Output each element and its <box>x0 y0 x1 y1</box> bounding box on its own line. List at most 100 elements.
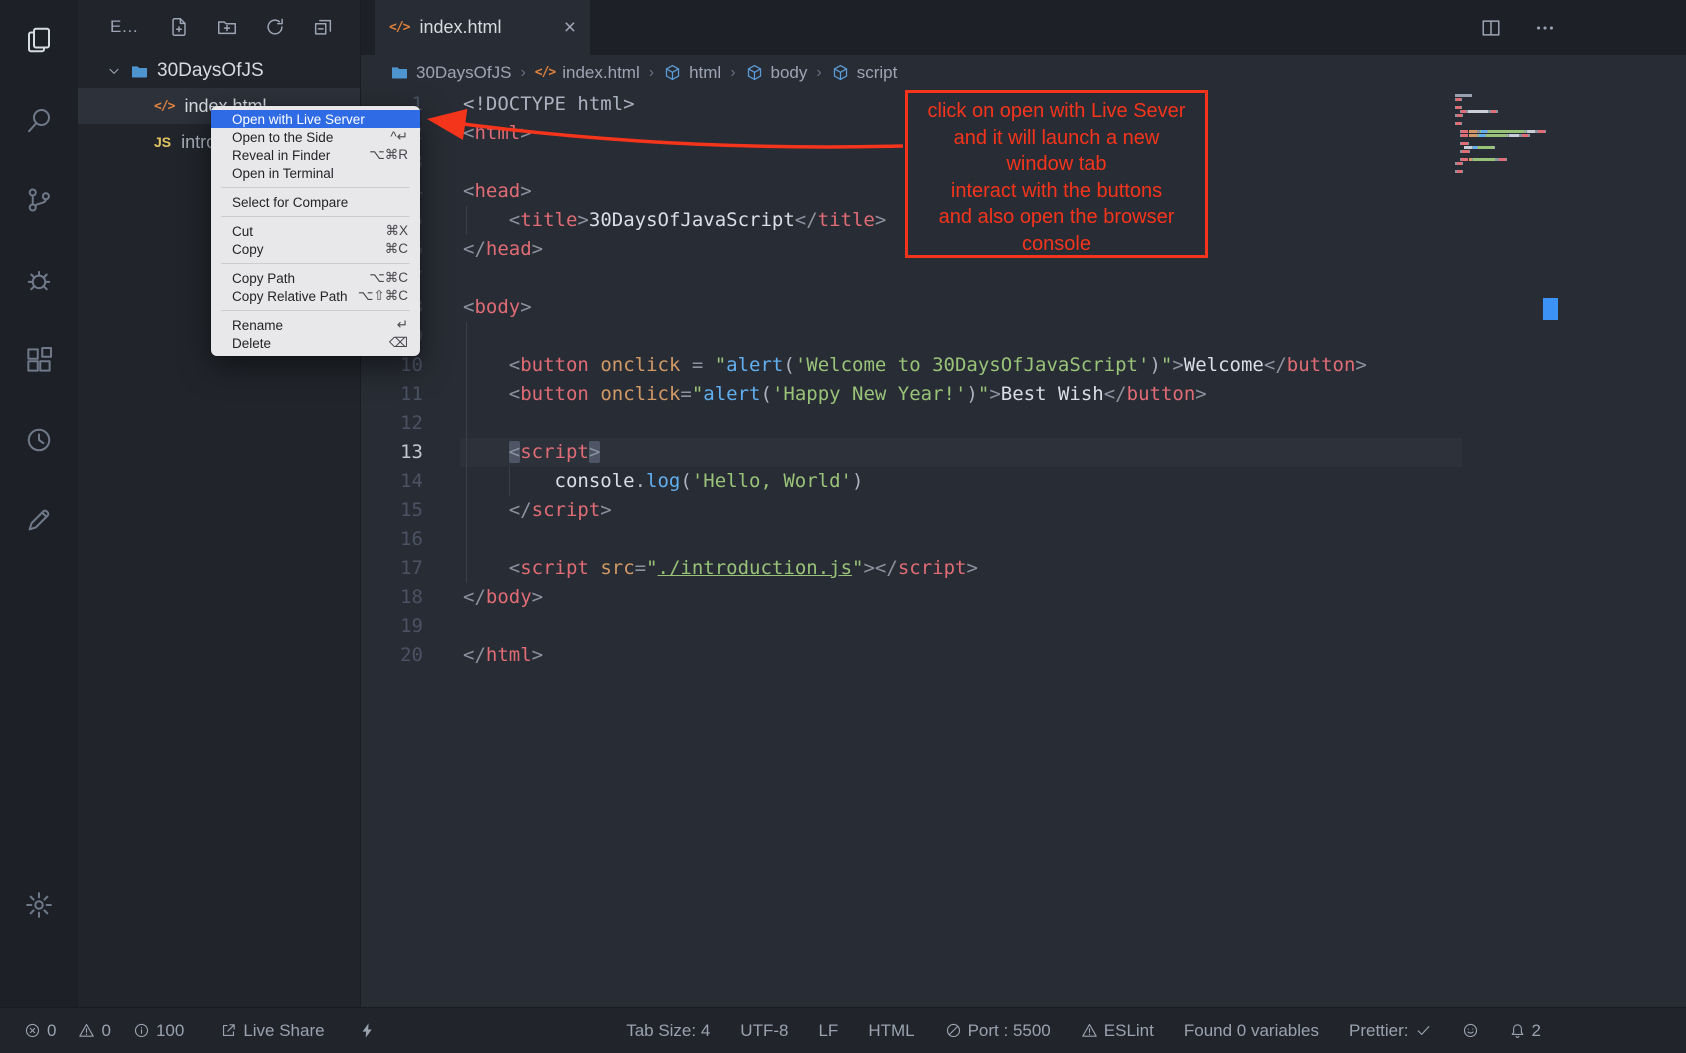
code-line-18[interactable]: </body> <box>463 583 1367 612</box>
status-language[interactable]: HTML <box>868 1021 914 1041</box>
share-icon <box>220 1022 237 1039</box>
line-number: 20 <box>360 641 423 670</box>
line-number: 13 <box>360 438 423 467</box>
new-folder-icon[interactable] <box>216 16 238 38</box>
menu-item-shortcut: ⌥⌘R <box>369 147 408 163</box>
refresh-icon[interactable] <box>264 16 286 38</box>
menu-item-copy-relative-path[interactable]: Copy Relative Path ⌥⇧⌘C <box>211 287 420 305</box>
annotate-pen-icon[interactable] <box>0 480 78 560</box>
menu-item-copy-path[interactable]: Copy Path ⌥⌘C <box>211 269 420 287</box>
menu-item-shortcut: ⌥⇧⌘C <box>358 288 408 304</box>
menu-item-open-with-live-server[interactable]: Open with Live Server <box>211 110 420 128</box>
status-warnings[interactable]: 0 <box>78 1021 110 1041</box>
breadcrumb-body[interactable]: body <box>745 63 808 83</box>
code-line-20[interactable]: </html> <box>463 641 1367 670</box>
status-port[interactable]: Port : 5500 <box>945 1021 1051 1041</box>
status-info[interactable]: 100 <box>133 1021 184 1041</box>
menu-item-label: Reveal in Finder <box>232 148 330 163</box>
breadcrumb-html[interactable]: html <box>663 63 721 83</box>
code-line-16[interactable] <box>463 525 1367 554</box>
line-number: 16 <box>360 525 423 554</box>
code-line-12[interactable] <box>463 409 1367 438</box>
more-actions-icon[interactable] <box>1534 17 1556 39</box>
status-variables[interactable]: Found 0 variables <box>1184 1021 1319 1041</box>
status-prettier[interactable]: Prettier: <box>1349 1021 1432 1041</box>
menu-item-reveal-in-finder[interactable]: Reveal in Finder ⌥⌘R <box>211 146 420 164</box>
code-line-17[interactable]: <script src="./introduction.js"></script… <box>463 554 1367 583</box>
breadcrumb: 30DaysOfJS › </> index.html › html › bod… <box>360 55 1686 90</box>
menu-separator <box>221 216 410 217</box>
source-control-icon[interactable] <box>0 160 78 240</box>
status-encoding[interactable]: UTF-8 <box>740 1021 788 1041</box>
status-bar: 0 0 100 Live Share Tab Size: 4 UTF-8 LF … <box>0 1007 1686 1053</box>
menu-item-label: Cut <box>232 224 253 239</box>
html-file-icon: </> <box>154 99 174 114</box>
split-editor-icon[interactable] <box>1480 17 1502 39</box>
code-line-7[interactable] <box>463 264 1367 293</box>
menu-item-label: Delete <box>232 336 271 351</box>
history-icon[interactable] <box>0 400 78 480</box>
collapse-all-icon[interactable] <box>312 16 334 38</box>
cube-icon <box>663 63 682 82</box>
menu-item-open-in-terminal[interactable]: Open in Terminal <box>211 164 420 182</box>
status-lightning[interactable] <box>359 1022 376 1039</box>
breadcrumb-folder[interactable]: 30DaysOfJS <box>390 63 511 83</box>
code-line-19[interactable] <box>463 612 1367 641</box>
status-feedback[interactable] <box>1462 1022 1479 1039</box>
html-file-icon: </> <box>389 20 409 35</box>
explorer-title: E… <box>110 17 138 37</box>
explorer-icon[interactable] <box>0 0 78 80</box>
status-eslint[interactable]: ESLint <box>1081 1021 1154 1041</box>
error-icon <box>24 1022 41 1039</box>
line-number: 18 <box>360 583 423 612</box>
menu-item-cut[interactable]: Cut ⌘X <box>211 222 420 240</box>
code-line-10[interactable]: <button onclick = "alert('Welcome to 30D… <box>463 351 1367 380</box>
smiley-icon <box>1462 1022 1479 1039</box>
run-debug-icon[interactable] <box>0 240 78 320</box>
menu-item-select-for-compare[interactable]: Select for Compare <box>211 193 420 211</box>
status-eol[interactable]: LF <box>818 1021 838 1041</box>
context-menu: Open with Live Server Open to the Side ^… <box>211 106 420 356</box>
menu-item-delete[interactable]: Delete ⌫ <box>211 334 420 352</box>
code-line-9[interactable] <box>463 322 1367 351</box>
folder-icon <box>390 63 409 82</box>
status-live-share[interactable]: Live Share <box>220 1021 324 1041</box>
breadcrumb-label: body <box>771 63 808 83</box>
code-line-11[interactable]: <button onclick="alert('Happy New Year!'… <box>463 380 1367 409</box>
menu-item-rename[interactable]: Rename ↵ <box>211 316 420 334</box>
extensions-icon[interactable] <box>0 320 78 400</box>
explorer-header: E… <box>78 0 360 54</box>
code-line-8[interactable]: <body> <box>463 293 1367 322</box>
breadcrumb-script[interactable]: script <box>831 63 898 83</box>
line-number: 19 <box>360 612 423 641</box>
code-line-13[interactable]: <script> <box>463 438 1367 467</box>
status-errors[interactable]: 0 <box>24 1021 56 1041</box>
bell-icon <box>1509 1022 1526 1039</box>
menu-item-label: Select for Compare <box>232 195 348 210</box>
menu-separator <box>221 263 410 264</box>
minimap[interactable] <box>1455 94 1547 174</box>
tree-folder-root[interactable]: 30DaysOfJS <box>78 54 360 88</box>
code-line-14[interactable]: console.log('Hello, World') <box>463 467 1367 496</box>
code-line-15[interactable]: </script> <box>463 496 1367 525</box>
line-number: 15 <box>360 496 423 525</box>
menu-item-copy[interactable]: Copy ⌘C <box>211 240 420 258</box>
port-icon <box>945 1022 962 1039</box>
menu-item-shortcut: ⌥⌘C <box>369 270 408 286</box>
settings-gear-icon[interactable] <box>0 865 78 945</box>
search-icon[interactable] <box>0 80 78 160</box>
new-file-icon[interactable] <box>168 16 190 38</box>
status-notifications[interactable]: 2 <box>1509 1021 1541 1041</box>
menu-item-shortcut: ^↵ <box>390 129 408 145</box>
annotation-line: window tab <box>908 151 1205 178</box>
tab-close-icon[interactable]: × <box>564 17 576 38</box>
tab-bar: </> index.html × <box>360 0 1686 55</box>
annotation-line: console <box>908 231 1205 258</box>
menu-item-open-to-the-side[interactable]: Open to the Side ^↵ <box>211 128 420 146</box>
status-tab-size[interactable]: Tab Size: 4 <box>626 1021 710 1041</box>
tab-index-html[interactable]: </> index.html × <box>375 0 590 55</box>
breadcrumb-label: 30DaysOfJS <box>416 63 511 83</box>
annotation-line: and it will launch a new <box>908 125 1205 152</box>
breadcrumb-file[interactable]: </> index.html <box>535 63 640 83</box>
line-number: 12 <box>360 409 423 438</box>
